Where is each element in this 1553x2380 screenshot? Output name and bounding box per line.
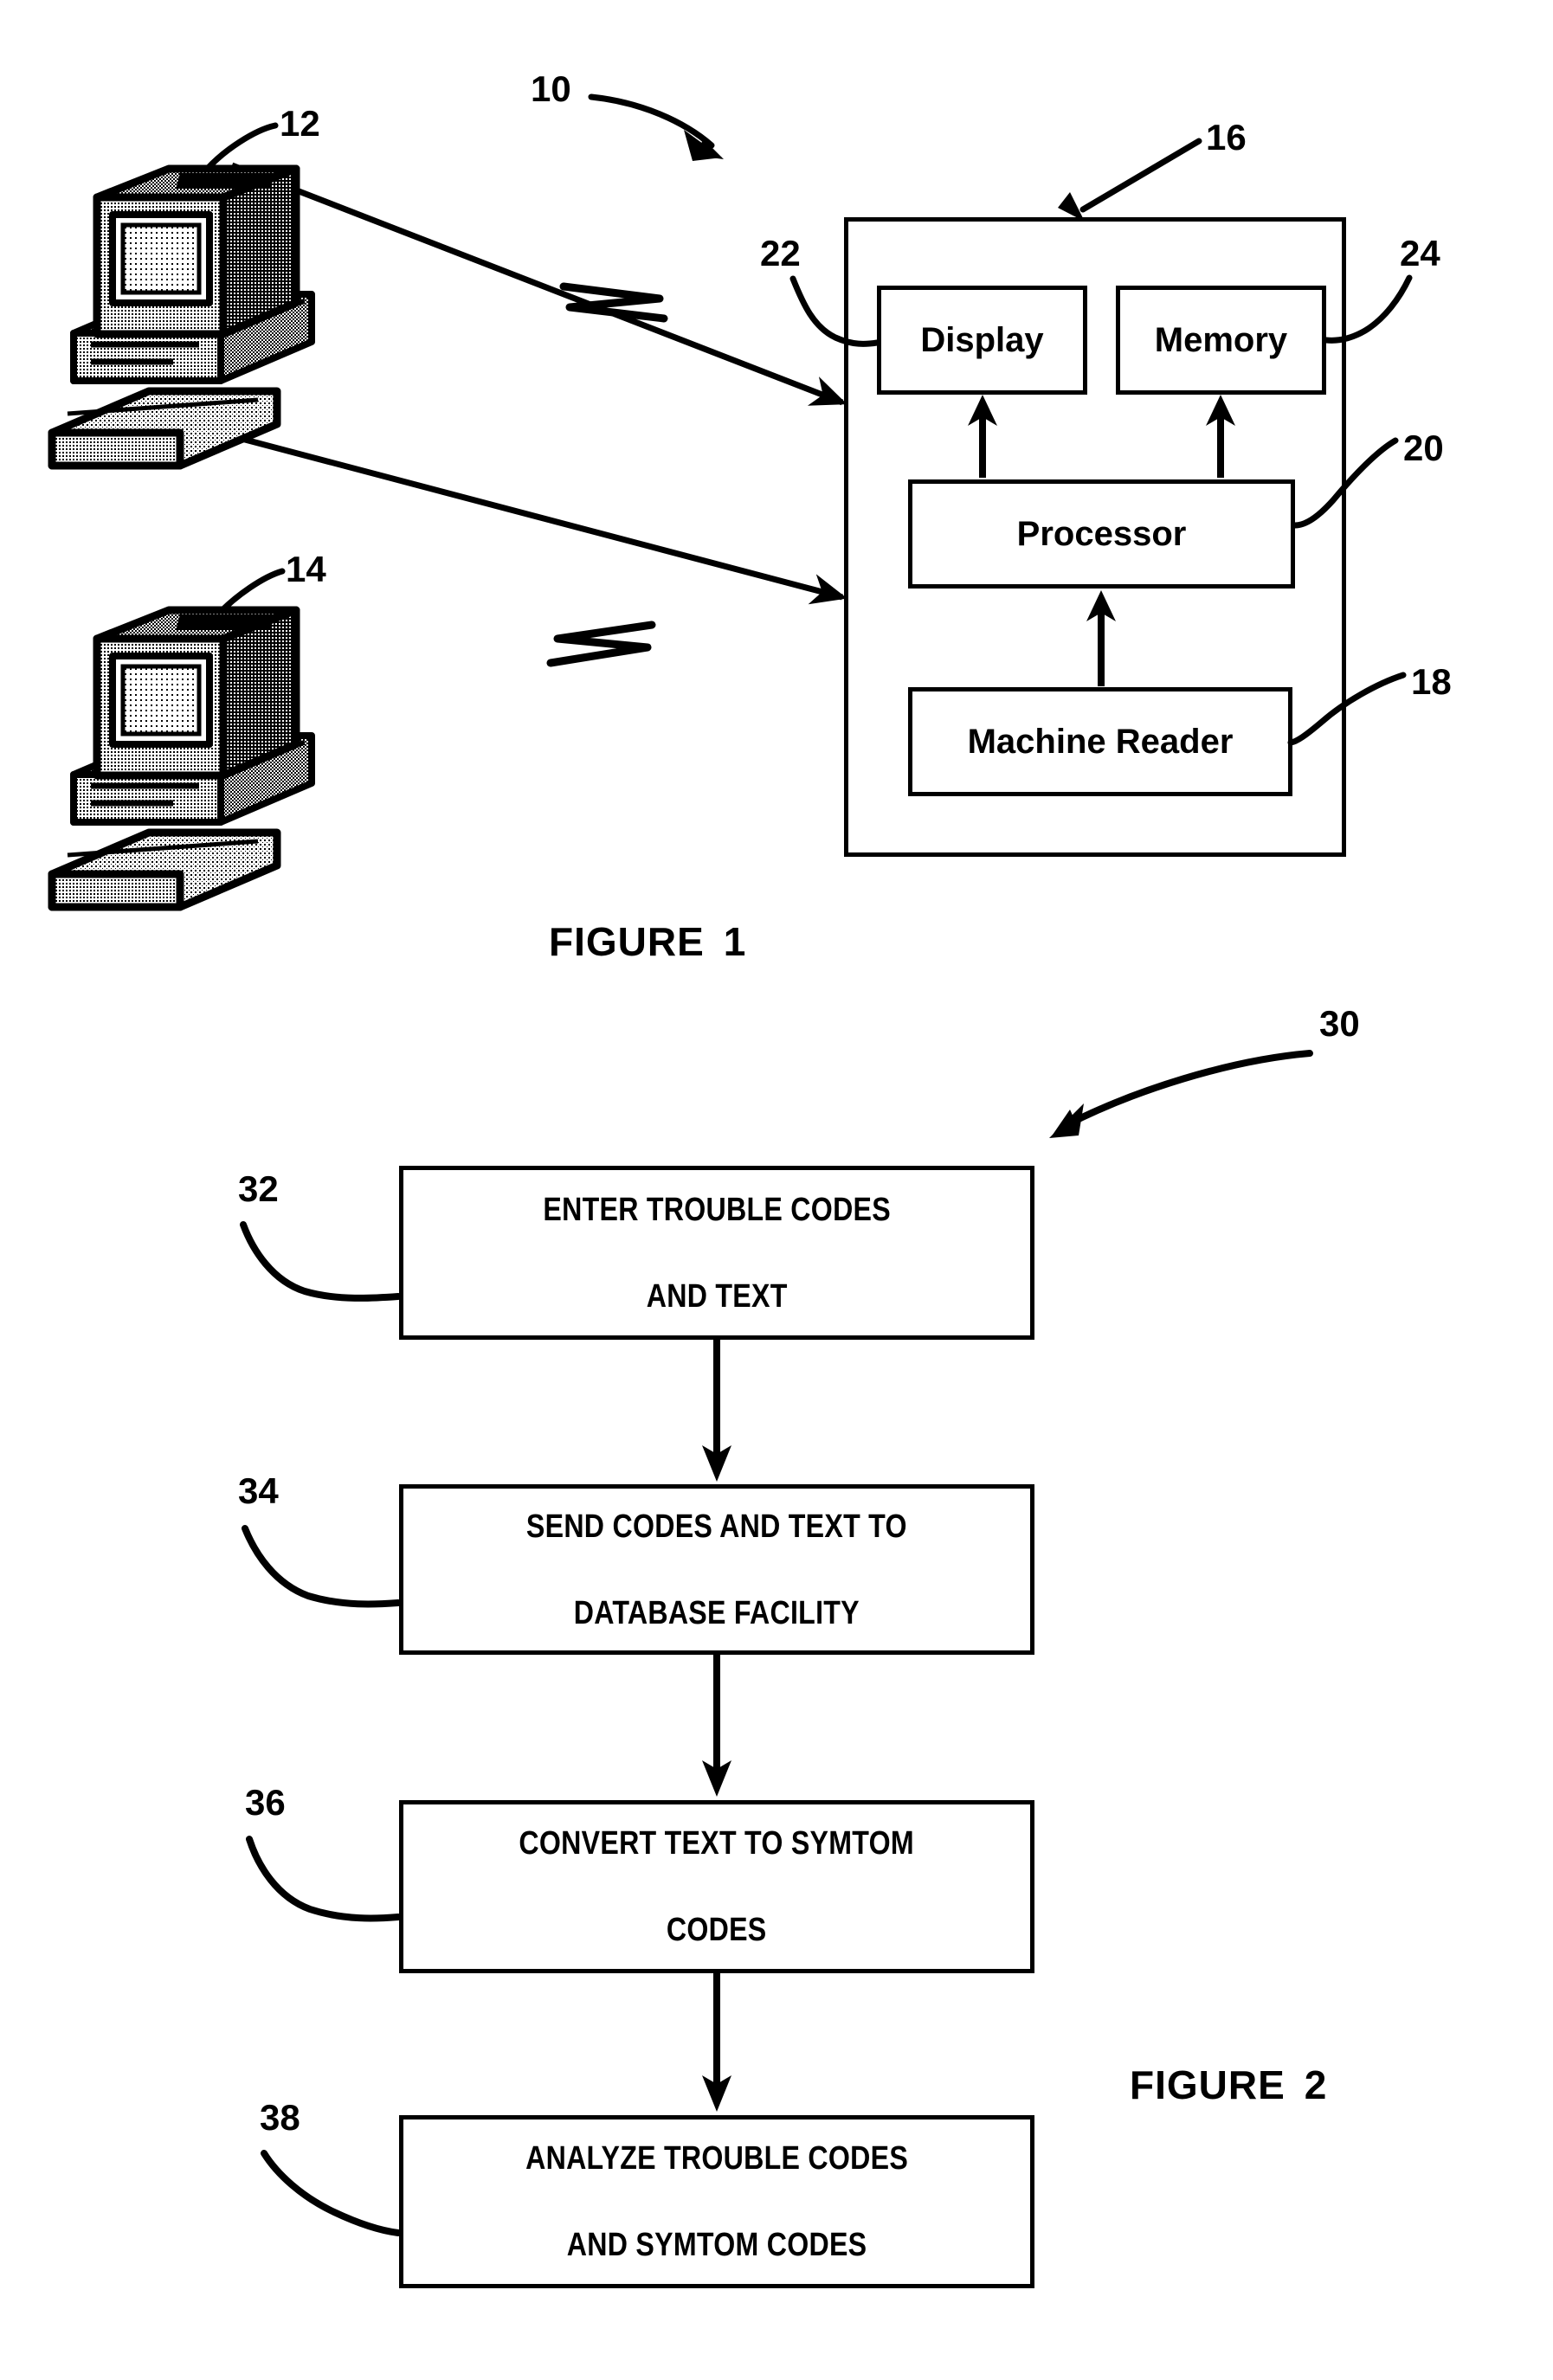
flow-step-34-line2: DATABASE FACILITY: [573, 1594, 860, 1631]
ref-numeral-36: 36: [245, 1782, 286, 1823]
machine-reader-block: Machine Reader: [908, 687, 1292, 796]
ref-numeral-16: 16: [1206, 117, 1247, 158]
flow-step-34-line1: SEND CODES AND TEXT TO: [526, 1508, 907, 1545]
patent-drawing-sheet: 10 16 12 14 22 24 20 18 Display Memory P…: [0, 0, 1553, 2380]
ref-numeral-30: 30: [1319, 1003, 1360, 1044]
ref-numeral-38: 38: [260, 2097, 300, 2138]
memory-block: Memory: [1116, 286, 1326, 395]
flow-arrow-32-to-34: [702, 1340, 731, 1482]
flow-step-32-line2: AND TEXT: [646, 1277, 788, 1315]
link-terminal-12-to-system: [230, 162, 847, 406]
flow-step-38-line2: AND SYMTOM CODES: [566, 2227, 867, 2263]
display-block-label: Display: [920, 321, 1044, 359]
flow-step-36-label: CONVERT TEXT TO SYMTOM CODES: [502, 1822, 931, 1952]
ref-numeral-24: 24: [1400, 233, 1440, 273]
ref-numeral-34: 34: [238, 1470, 279, 1511]
flow-step-38: ANALYZE TROUBLE CODES AND SYMTOM CODES: [399, 2115, 1034, 2288]
ref-numeral-22: 22: [760, 233, 801, 273]
leader-32: [240, 1221, 402, 1302]
flow-step-34-label: SEND CODES AND TEXT TO DATABASE FACILITY: [510, 1505, 924, 1635]
flow-step-32-label: ENTER TROUBLE CODES AND TEXT: [528, 1188, 905, 1318]
desktop-computer-icon-12: [48, 164, 315, 470]
leader-14: [185, 568, 286, 654]
flow-step-36-line1: CONVERT TEXT TO SYMTOM: [519, 1825, 915, 1862]
ref-numeral-10: 10: [531, 68, 571, 109]
leader-10: [588, 93, 724, 161]
flow-step-32-line1: ENTER TROUBLE CODES: [543, 1191, 891, 1228]
figure-2-caption: FIGURE 2: [1130, 2065, 1327, 2105]
ref-numeral-18: 18: [1411, 661, 1452, 702]
leader-12: [173, 122, 279, 211]
flow-step-36: CONVERT TEXT TO SYMTOM CODES: [399, 1800, 1034, 1973]
leader-36: [246, 1836, 402, 1922]
figure-2-caption-number: 2: [1304, 2062, 1328, 2107]
leader-30: [1049, 1050, 1313, 1138]
ref-numeral-20: 20: [1403, 428, 1444, 468]
memory-block-label: Memory: [1154, 321, 1288, 359]
ref-numeral-12: 12: [280, 103, 320, 144]
display-block: Display: [877, 286, 1087, 395]
flow-arrow-36-to-38: [702, 1973, 731, 2112]
figure-2-caption-word: FIGURE: [1130, 2062, 1286, 2107]
ref-numeral-32: 32: [238, 1168, 279, 1209]
flow-step-38-label: ANALYZE TROUBLE CODES AND SYMTOM CODES: [509, 2137, 925, 2267]
ref-numeral-14: 14: [286, 549, 326, 589]
leader-16: [1058, 138, 1202, 222]
flow-arrow-34-to-36: [702, 1655, 731, 1797]
leader-34: [242, 1525, 402, 1608]
flow-step-36-line2: CODES: [667, 1912, 767, 1948]
desktop-computer-icon-14: [48, 606, 315, 911]
flow-step-38-line1: ANALYZE TROUBLE CODES: [525, 2140, 908, 2177]
machine-reader-block-label: Machine Reader: [967, 723, 1234, 761]
flow-step-32: ENTER TROUBLE CODES AND TEXT: [399, 1166, 1034, 1340]
processor-block-label: Processor: [1016, 515, 1187, 553]
flow-step-34: SEND CODES AND TEXT TO DATABASE FACILITY: [399, 1484, 1034, 1655]
figure-1-caption: FIGURE 1: [549, 922, 746, 962]
figure-1-caption-word: FIGURE: [549, 919, 705, 964]
processor-block: Processor: [908, 479, 1295, 589]
leader-38: [261, 2150, 402, 2236]
figure-1-caption-number: 1: [723, 919, 747, 964]
